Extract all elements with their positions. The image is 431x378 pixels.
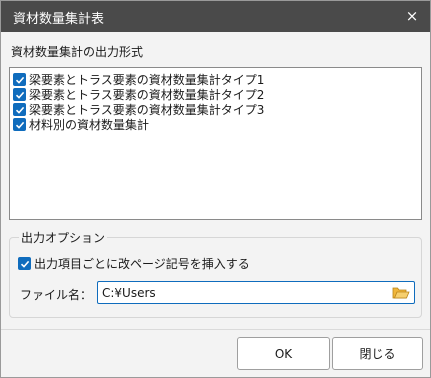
title-bar: 資材数量集計表 × (1, 1, 430, 32)
list-item[interactable]: 梁要素とトラス要素の資材数量集計タイプ1 (13, 72, 264, 87)
list-item[interactable]: 材料別の資材数量集計 (13, 117, 149, 132)
list-item[interactable]: 梁要素とトラス要素の資材数量集計タイプ2 (13, 87, 264, 102)
output-format-label: 資材数量集計の出力形式 (11, 45, 144, 59)
checkmark-icon (20, 260, 29, 268)
list-item[interactable]: 梁要素とトラス要素の資材数量集計タイプ3 (13, 102, 264, 117)
folder-open-icon[interactable] (392, 285, 410, 300)
page-break-option[interactable]: 出力項目ごとに改ページ記号を挿入する (18, 256, 250, 271)
file-name-field[interactable] (97, 281, 415, 304)
close-dialog-button[interactable]: 閉じる (332, 337, 423, 370)
page-break-checkbox[interactable] (18, 257, 31, 270)
checkmark-icon (15, 91, 24, 99)
checkmark-icon (15, 76, 24, 84)
close-icon: × (405, 7, 419, 25)
dialog-window: 資材数量集計表 × 資材数量集計の出力形式 梁要素とトラス要素の資材数量集計タイ… (0, 0, 431, 378)
list-item-label: 材料別の資材数量集計 (29, 118, 150, 132)
file-name-input[interactable] (98, 282, 388, 303)
page-break-label: 出力項目ごとに改ページ記号を挿入する (34, 257, 250, 271)
checkmark-icon (15, 106, 24, 114)
output-options-group (9, 237, 422, 318)
output-options-legend: 出力オプション (19, 229, 108, 246)
checkmark-icon (15, 121, 24, 129)
checkbox[interactable] (13, 118, 26, 131)
checkbox[interactable] (13, 103, 26, 116)
close-button[interactable]: × (400, 5, 424, 27)
file-name-label: ファイル名： (20, 288, 93, 302)
checkbox[interactable] (13, 73, 26, 86)
ok-button[interactable]: OK (237, 337, 330, 370)
dialog-title: 資材数量集計表 (13, 12, 105, 27)
output-format-list[interactable]: 梁要素とトラス要素の資材数量集計タイプ1 梁要素とトラス要素の資材数量集計タイプ… (9, 67, 422, 220)
checkbox[interactable] (13, 88, 26, 101)
